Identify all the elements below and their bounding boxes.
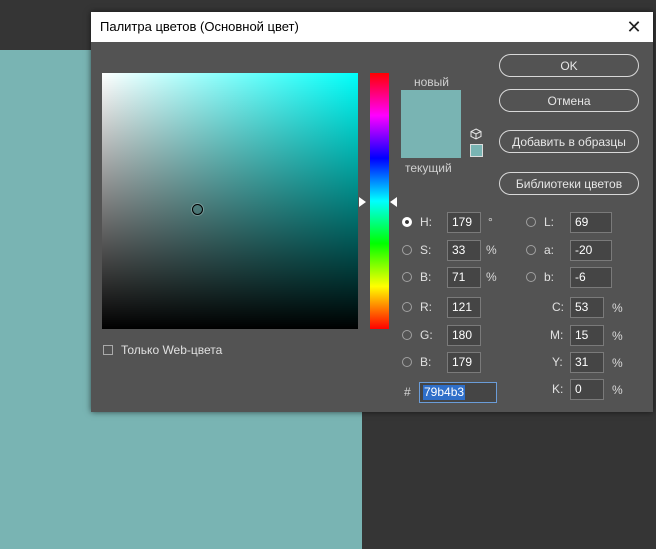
hue-slider-handle-left[interactable] — [359, 197, 366, 207]
label-s: S: — [420, 243, 432, 257]
unit-b-brightness: % — [486, 270, 497, 284]
label-b-brightness: B: — [420, 270, 432, 284]
label-a: a: — [544, 243, 555, 257]
label-m: M: — [550, 328, 564, 342]
add-to-swatches-button[interactable]: Добавить в образцы — [499, 130, 639, 153]
label-y: Y: — [552, 355, 563, 369]
color-field-picker[interactable] — [192, 204, 203, 215]
input-a[interactable]: -20 — [570, 240, 612, 261]
input-c[interactable]: 53 — [570, 297, 604, 318]
radio-a[interactable] — [526, 245, 536, 255]
color-picker-dialog: Палитра цветов (Основной цвет) ✕ новый т… — [91, 12, 653, 412]
label-b-blue: B: — [420, 355, 432, 369]
hex-prefix: # — [404, 385, 411, 399]
cube-icon[interactable] — [470, 128, 482, 140]
close-icon[interactable]: ✕ — [623, 16, 645, 38]
new-color-label: новый — [414, 75, 450, 89]
input-h[interactable]: 179 — [447, 212, 481, 233]
unit-k: % — [612, 383, 623, 397]
input-y[interactable]: 31 — [570, 352, 604, 373]
label-l: L: — [544, 215, 555, 229]
new-color-swatch — [401, 90, 461, 124]
unit-c: % — [612, 301, 623, 315]
input-r[interactable]: 121 — [447, 297, 481, 318]
radio-l[interactable] — [526, 217, 536, 227]
label-lab-b: b: — [544, 270, 555, 284]
unit-h: ° — [488, 215, 493, 229]
label-r: R: — [420, 300, 432, 314]
label-c: C: — [552, 300, 564, 314]
input-l[interactable]: 69 — [570, 212, 612, 233]
unit-s: % — [486, 243, 497, 257]
hue-slider-handle-right[interactable] — [390, 197, 397, 207]
label-k: K: — [552, 382, 564, 396]
dialog-title: Палитра цветов (Основной цвет) — [100, 19, 299, 34]
hex-input[interactable]: 79b4b3 — [419, 382, 497, 403]
radio-g[interactable] — [402, 330, 412, 340]
cancel-button[interactable]: Отмена — [499, 89, 639, 112]
input-m[interactable]: 15 — [570, 325, 604, 346]
color-libraries-button[interactable]: Библиотеки цветов — [499, 172, 639, 195]
unit-y: % — [612, 356, 623, 370]
unit-m: % — [612, 329, 623, 343]
web-only-checkbox[interactable] — [103, 345, 113, 355]
radio-lab-b[interactable] — [526, 272, 536, 282]
radio-b-brightness[interactable] — [402, 272, 412, 282]
input-k[interactable]: 0 — [570, 379, 604, 400]
radio-s[interactable] — [402, 245, 412, 255]
web-only-label: Только Web-цвета — [121, 343, 223, 357]
ok-button[interactable]: OK — [499, 54, 639, 77]
radio-b-blue[interactable] — [402, 357, 412, 367]
color-field[interactable] — [102, 73, 358, 329]
input-lab-b[interactable]: -6 — [570, 267, 612, 288]
radio-r[interactable] — [402, 302, 412, 312]
input-g[interactable]: 180 — [447, 325, 481, 346]
input-b-brightness[interactable]: 71 — [447, 267, 481, 288]
label-g: G: — [420, 328, 433, 342]
current-color-label: текущий — [405, 161, 452, 175]
input-b-blue[interactable]: 179 — [447, 352, 481, 373]
hex-value: 79b4b3 — [423, 385, 466, 400]
workspace-background — [362, 410, 656, 549]
input-s[interactable]: 33 — [447, 240, 481, 261]
web-safe-swatch[interactable] — [470, 144, 483, 157]
label-h: H: — [420, 215, 432, 229]
hue-slider[interactable] — [370, 73, 389, 329]
radio-h[interactable] — [402, 217, 412, 227]
current-color-swatch[interactable] — [401, 124, 461, 158]
title-bar[interactable]: Палитра цветов (Основной цвет) ✕ — [91, 12, 653, 42]
